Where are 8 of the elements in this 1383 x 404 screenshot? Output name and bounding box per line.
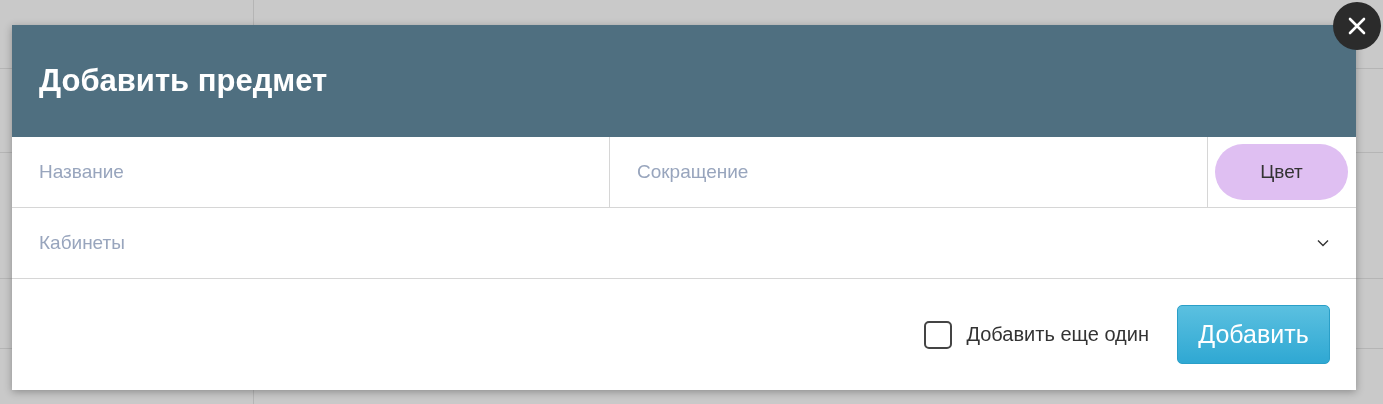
checkbox-label[interactable]: Добавить еще один — [966, 323, 1149, 346]
checkbox[interactable] — [924, 320, 953, 349]
dialog-title: Добавить предмет — [39, 63, 328, 99]
input-field[interactable]: Название — [12, 137, 610, 207]
close-icon — [1347, 16, 1367, 36]
color-button[interactable]: Цвет — [1215, 144, 1348, 200]
chevron-down-icon — [1317, 239, 1329, 247]
close-button[interactable] — [1333, 2, 1381, 50]
